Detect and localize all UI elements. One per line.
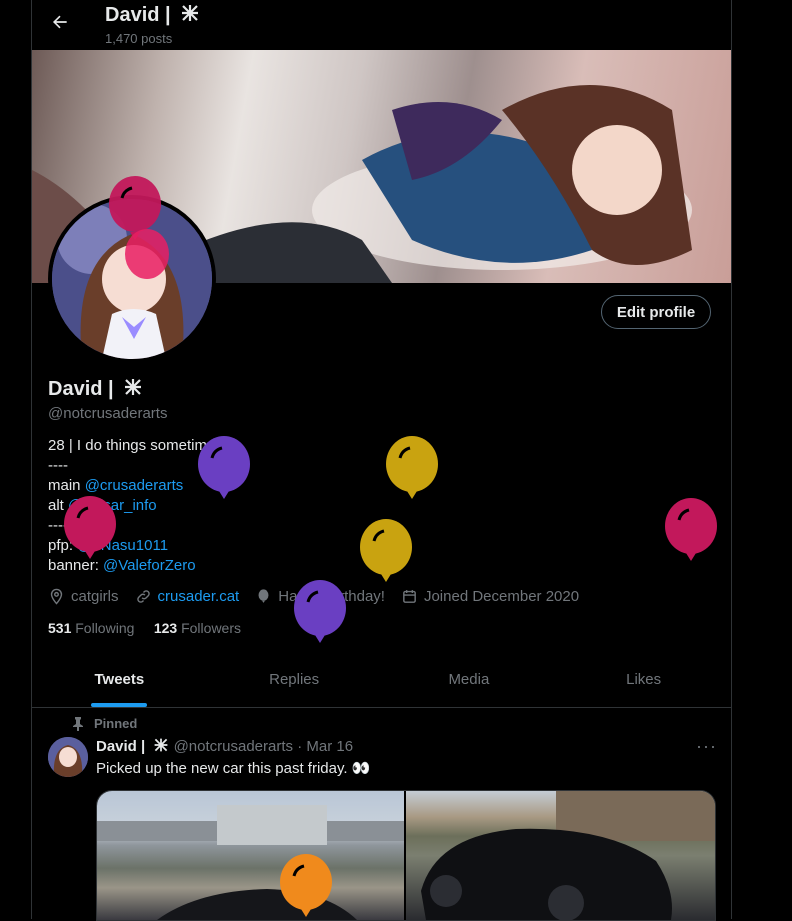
profile-header: David | 1,470 posts [32, 0, 731, 50]
followers-count: 123 [153, 620, 178, 636]
back-button[interactable] [50, 12, 70, 34]
followers-link[interactable]: 123 Followers [154, 620, 241, 636]
bio-main-prefix: main [48, 477, 85, 494]
balloon-decoration [125, 229, 169, 279]
website-link[interactable]: crusader.cat [158, 588, 240, 605]
tweet-header: David | @notcrusaderarts · Mar 16 [96, 737, 353, 755]
profile-column: David | 1,470 posts Edit profile David |… [31, 0, 732, 921]
balloon-decoration [386, 436, 438, 499]
tweet-avatar-artwork [48, 737, 88, 777]
link-icon [136, 590, 150, 603]
pinned-label: Pinned [94, 716, 138, 731]
verified-badge-icon [125, 379, 142, 395]
post-count: 1,470 posts [105, 31, 173, 46]
balloon-decoration [360, 519, 412, 582]
profile-name: David | [48, 377, 143, 401]
tab-media[interactable]: Media [382, 653, 557, 707]
following-count: 531 [48, 620, 72, 636]
more-options-icon[interactable]: ··· [696, 736, 717, 757]
tweet-media[interactable] [96, 790, 716, 921]
profile-tabs: Tweets Replies Media Likes [32, 653, 731, 708]
tweet-date[interactable]: Mar 16 [306, 738, 353, 755]
following-label: Following [75, 620, 135, 636]
header-title: David | [105, 3, 200, 27]
tweet-author-handle[interactable]: @notcrusaderarts [174, 738, 293, 755]
followers-label: Followers [181, 620, 241, 636]
tweet-photo-2[interactable] [406, 791, 715, 920]
profile-handle: @notcrusaderarts [48, 405, 168, 422]
car-photo-1-artwork [97, 805, 404, 920]
following-link[interactable]: 531 Following [48, 620, 134, 636]
balloon-decoration [198, 436, 250, 499]
tweet-dot: · [297, 738, 303, 755]
edit-profile-button[interactable]: Edit profile [601, 295, 711, 329]
location-item: catgirls [48, 588, 119, 605]
pin-icon [73, 716, 83, 731]
joined-text: Joined December 2020 [423, 588, 580, 605]
balloon-decoration [294, 580, 346, 643]
header-name: David | [105, 4, 171, 26]
car-photo-2-artwork [421, 791, 715, 920]
tab-likes[interactable]: Likes [556, 653, 731, 707]
pinned-indicator: Pinned [72, 716, 137, 731]
tweet-avatar[interactable] [48, 737, 88, 777]
main-account-link[interactable]: @crusaderarts [85, 477, 184, 494]
tweet-author-name[interactable]: David | [96, 738, 145, 755]
tweet-text: Picked up the new car this past friday. … [96, 760, 371, 777]
tweet-photo-1[interactable] [97, 791, 404, 920]
location-pin-icon [50, 588, 63, 605]
balloon-decoration [280, 854, 332, 917]
verified-badge-icon [182, 5, 199, 21]
tab-replies[interactable]: Replies [207, 653, 382, 707]
calendar-icon [403, 590, 416, 603]
balloon-decoration [665, 498, 717, 561]
balloon-icon [258, 589, 269, 603]
profile-display-name: David | [48, 378, 114, 400]
tab-tweets[interactable]: Tweets [32, 653, 207, 707]
follow-stats: 531 Following 123 Followers [48, 620, 241, 636]
arrow-left-icon [52, 15, 67, 29]
website-item: crusader.cat [135, 588, 240, 605]
location-text: catgirls [71, 588, 119, 605]
joined-item: Joined December 2020 [401, 588, 579, 605]
verified-badge-icon [154, 738, 168, 752]
balloon-decoration [64, 496, 116, 559]
